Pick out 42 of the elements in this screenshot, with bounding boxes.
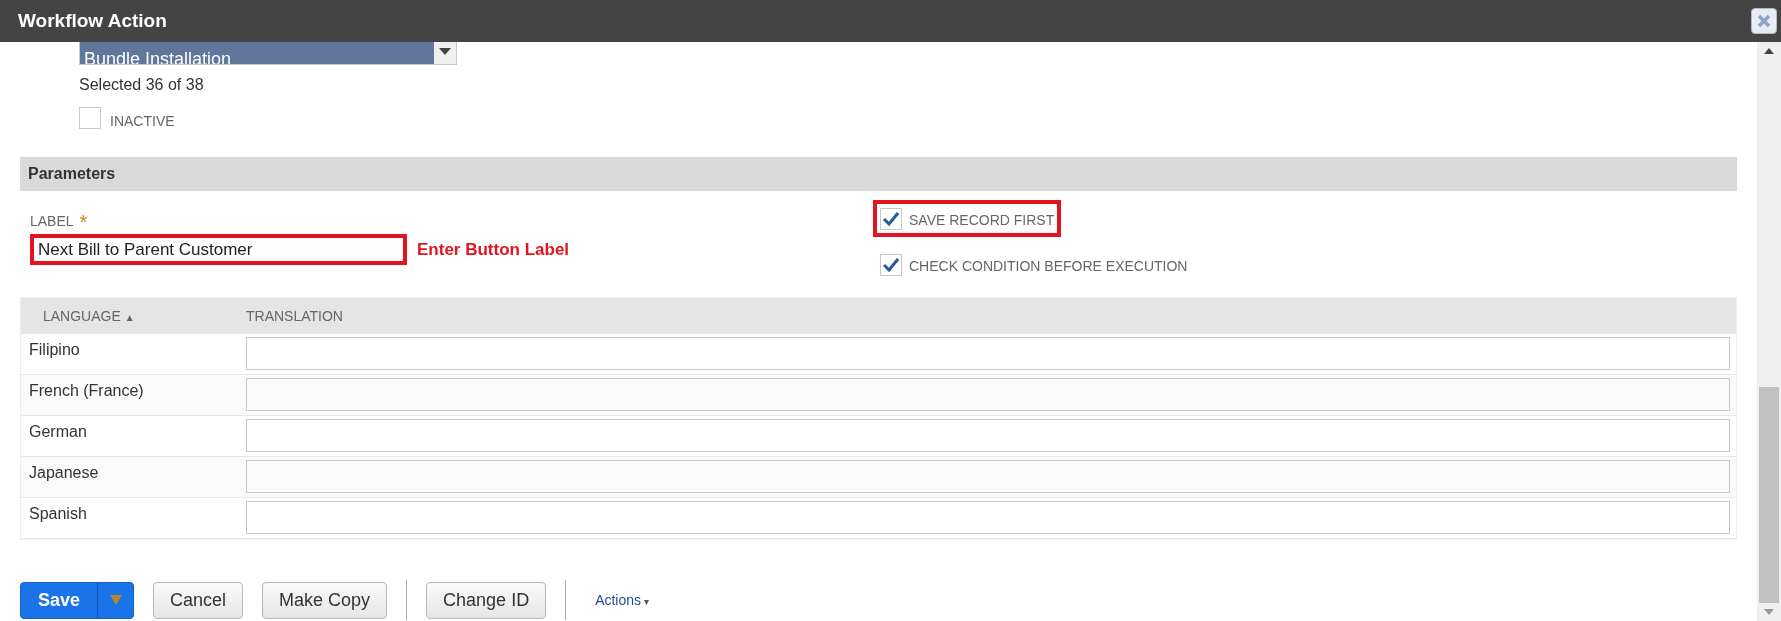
dropdown-caret-icon: [439, 48, 451, 55]
checkbox[interactable]: [880, 207, 902, 230]
annotation-text: Enter Button Label: [417, 238, 570, 261]
translation-input[interactable]: [246, 460, 1730, 493]
check-icon: [883, 257, 899, 272]
table-cell-text: Spanish: [28, 504, 88, 524]
scrollbar-thumb[interactable]: [1759, 387, 1779, 603]
save-button[interactable]: Save: [20, 581, 134, 619]
checkbox-label: INACTIVE: [110, 112, 175, 131]
table-cell-text: French (France): [28, 381, 145, 401]
checkbox[interactable]: [880, 253, 902, 276]
checkbox-label: SAVE RECORD FIRST: [909, 211, 1055, 230]
translation-input[interactable]: [246, 337, 1730, 370]
required-mark: *: [79, 212, 88, 232]
checkbox-option[interactable]: CHECK CONDITION BEFORE EXECUTION: [873, 246, 1195, 283]
scroll-down-icon: [1764, 609, 1774, 615]
checkbox-label: CHECK CONDITION BEFORE EXECUTION: [909, 257, 1188, 276]
actions-link[interactable]: Actions ▾: [595, 589, 649, 611]
check-icon: [883, 211, 899, 226]
table-cell-text: Japanese: [28, 463, 100, 483]
checkbox[interactable]: [79, 106, 101, 129]
selection-count: Selected 36 of 38: [79, 75, 205, 95]
checkbox-option[interactable]: SAVE RECORD FIRST: [873, 200, 1062, 237]
scrollbar[interactable]: [1757, 42, 1781, 621]
close-icon: [1757, 14, 1771, 28]
translation-input[interactable]: [246, 501, 1730, 534]
window-title: Workflow Action: [18, 8, 167, 33]
translation-input[interactable]: [246, 419, 1730, 452]
scroll-up-icon: [1764, 48, 1774, 54]
close-button[interactable]: [1751, 8, 1777, 34]
column-header: TRANSLATION: [246, 306, 343, 326]
table-cell-text: Filipino: [28, 340, 81, 360]
section-title: Parameters: [28, 164, 116, 184]
translation-input[interactable]: [246, 378, 1730, 411]
label-input[interactable]: Next Bill to Parent Customer: [30, 234, 407, 265]
caret-icon: [109, 595, 122, 605]
field-label: LABEL: [30, 212, 74, 231]
action-button[interactable]: Change ID: [426, 581, 547, 619]
table-cell-text: German: [28, 422, 88, 442]
action-button[interactable]: Cancel: [153, 581, 244, 619]
action-button[interactable]: Make Copy: [262, 581, 388, 619]
column-header[interactable]: LANGUAGE ▲: [21, 305, 246, 327]
